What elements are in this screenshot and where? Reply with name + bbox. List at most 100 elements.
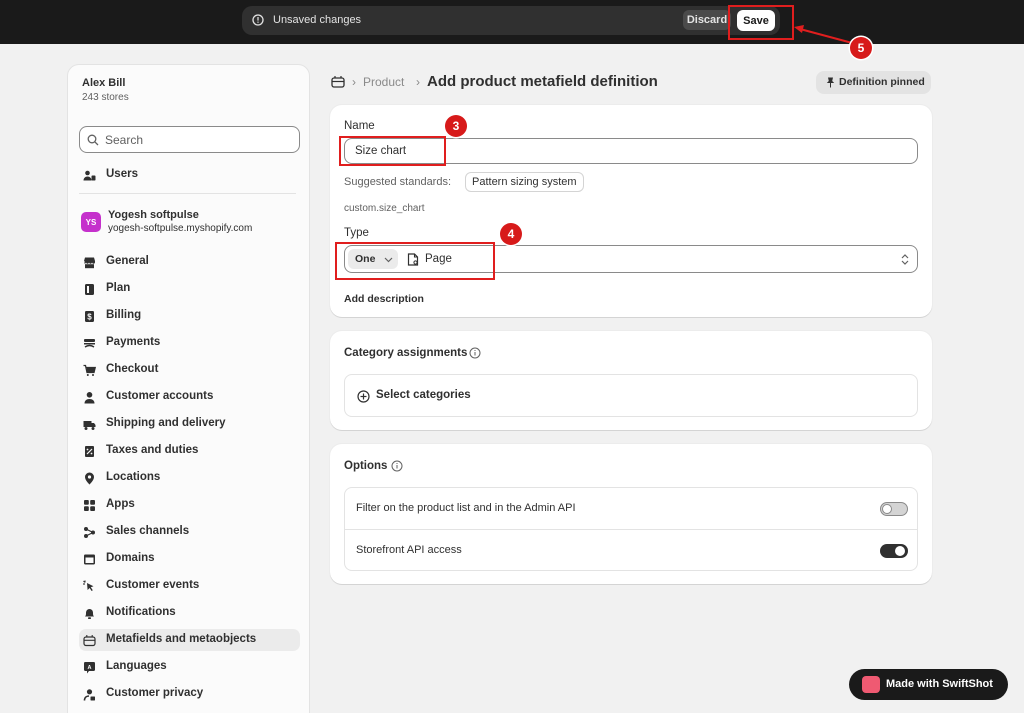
option-label: Storefront API access <box>356 544 462 556</box>
sidebar-item-payments[interactable]: Payments <box>79 332 300 354</box>
store-domain: yogesh-softpulse.myshopify.com <box>108 223 253 234</box>
sidebar-item-apps[interactable]: Apps <box>79 494 300 516</box>
option-row-storefront-access: Storefront API access <box>345 529 917 570</box>
options-list: Filter on the product list and in the Ad… <box>344 487 918 571</box>
sidebar-item-taxes-and-duties[interactable]: Taxes and duties <box>79 440 300 462</box>
sidebar-item-label: Checkout <box>106 363 159 375</box>
made-with-swiftshot-badge[interactable]: Made with SwiftShot <box>849 669 1008 700</box>
store-avatar: YS <box>81 212 101 232</box>
sidebar-item-label: Customer accounts <box>106 390 214 402</box>
sidebar-item-billing[interactable]: $ Billing <box>79 305 300 327</box>
sidebar-item-languages[interactable]: A Languages <box>79 656 300 678</box>
suggested-standard-chip[interactable]: Pattern sizing system <box>465 172 584 192</box>
users-icon <box>83 170 96 181</box>
sidebar-item-label: Customer privacy <box>106 687 204 699</box>
category-assignments-card: Category assignments Select categories <box>330 331 932 430</box>
person-icon <box>84 392 95 404</box>
cart-icon <box>83 364 96 376</box>
payments-icon <box>84 339 95 348</box>
annotation-marker-name: 3 <box>445 115 467 137</box>
options-title: Options <box>344 460 388 472</box>
sidebar-item-label: Shipping and delivery <box>106 417 226 429</box>
billing-icon: $ <box>85 311 94 322</box>
taxes-icon <box>85 446 94 457</box>
plus-circle-icon <box>357 390 370 403</box>
name-field[interactable] <box>344 138 918 164</box>
apps-icon <box>84 500 95 511</box>
languages-icon: A <box>84 662 95 674</box>
account-name: Alex Bill <box>82 77 126 89</box>
type-label: Type <box>344 227 369 239</box>
type-value: Page <box>425 253 452 265</box>
annotation-marker-type: 4 <box>500 223 522 245</box>
annotation-marker-save: 5 <box>850 37 872 59</box>
sidebar-item-label: Languages <box>106 660 167 672</box>
save-button[interactable]: Save <box>737 10 775 31</box>
sidebar-item-customer-events[interactable]: Customer events <box>79 575 300 597</box>
metafields-icon <box>331 76 345 88</box>
cardinality-dropdown[interactable]: One <box>348 249 398 269</box>
admin-filter-toggle[interactable] <box>880 502 908 516</box>
breadcrumb-product-link[interactable]: Product <box>363 75 404 89</box>
sidebar-search[interactable] <box>79 126 300 153</box>
camera-icon <box>862 676 880 693</box>
svg-text:A: A <box>88 665 92 671</box>
sidebar-item-label: Billing <box>106 309 142 321</box>
toggle-knob <box>882 504 892 514</box>
sidebar-item-plan[interactable]: Plan <box>79 278 300 300</box>
sidebar-item-checkout[interactable]: Checkout <box>79 359 300 381</box>
sidebar-item-label: Domains <box>106 552 155 564</box>
sidebar-item-label: Locations <box>106 471 161 483</box>
select-arrows-icon <box>901 254 909 265</box>
option-row-admin-filter: Filter on the product list and in the Ad… <box>345 488 917 529</box>
unsaved-changes-label: Unsaved changes <box>273 14 362 26</box>
select-categories-label: Select categories <box>376 389 471 401</box>
sidebar-item-notifications[interactable]: Notifications <box>79 602 300 624</box>
store-name[interactable]: Yogesh softpulse <box>108 209 199 221</box>
name-label: Name <box>344 120 375 132</box>
search-input[interactable] <box>105 131 295 149</box>
domains-icon <box>84 554 95 565</box>
store-icon <box>84 257 95 269</box>
options-card: Options Filter on the product list and i… <box>330 444 932 584</box>
toggle-knob <box>895 546 905 556</box>
settings-sidebar: Alex Bill 243 stores Users YS Yogesh sof… <box>67 64 310 713</box>
sidebar-item-metafields-and-metaobjects[interactable]: Metafields and metaobjects <box>79 629 300 651</box>
storefront-access-toggle[interactable] <box>880 544 908 558</box>
sidebar-item-label: Taxes and duties <box>106 444 199 456</box>
sidebar-item-general[interactable]: General <box>79 251 300 273</box>
sidebar-item-customer-privacy[interactable]: Customer privacy <box>79 683 300 705</box>
discard-button[interactable]: Discard <box>683 10 731 30</box>
sidebar-item-label: Payments <box>106 336 161 348</box>
sidebar-item-label: Metafields and metaobjects <box>106 633 257 645</box>
namespace-key: custom.size_chart <box>344 203 425 214</box>
svg-text:$: $ <box>87 313 92 322</box>
type-select[interactable]: One Page <box>344 245 918 273</box>
info-icon[interactable] <box>391 460 403 472</box>
page-icon <box>407 253 419 266</box>
sidebar-item-sales-channels[interactable]: Sales channels <box>79 521 300 543</box>
sidebar-item-domains[interactable]: Domains <box>79 548 300 570</box>
cardinality-label: One <box>355 253 376 265</box>
context-save-bar: Unsaved changes Discard Save <box>0 0 1024 44</box>
account-store-count: 243 stores <box>82 92 129 103</box>
sidebar-item-label: Sales channels <box>106 525 190 537</box>
chevron-down-icon <box>384 257 393 263</box>
sidebar-item-customer-accounts[interactable]: Customer accounts <box>79 386 300 408</box>
location-icon <box>85 472 94 485</box>
search-icon <box>87 134 99 146</box>
plan-icon <box>85 284 94 295</box>
info-icon[interactable] <box>469 347 481 359</box>
sidebar-item-shipping-and-delivery[interactable]: Shipping and delivery <box>79 413 300 435</box>
page-title: Add product metafield definition <box>427 73 658 90</box>
pin-icon <box>826 77 835 88</box>
add-description-button[interactable]: Add description <box>344 293 424 305</box>
select-categories-button[interactable]: Select categories <box>344 374 918 417</box>
definition-pinned-button[interactable]: Definition pinned <box>816 71 931 94</box>
sidebar-item-locations[interactable]: Locations <box>79 467 300 489</box>
sidebar-item-users[interactable]: Users <box>79 164 300 186</box>
sidebar-item-label: Apps <box>106 498 135 510</box>
sidebar-item-label: Notifications <box>106 606 176 618</box>
sidebar-item-label: General <box>106 255 149 267</box>
cursor-icon <box>83 580 94 591</box>
